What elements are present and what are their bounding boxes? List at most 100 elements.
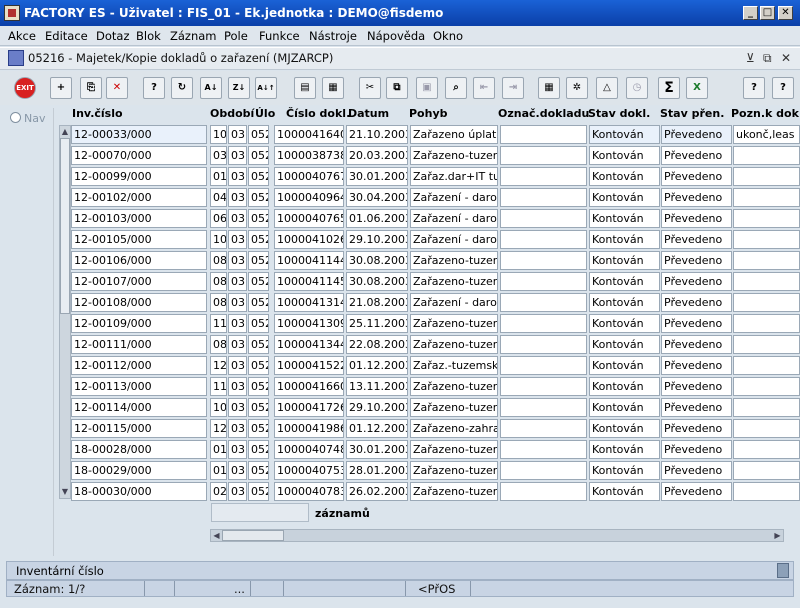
cell-cislo-dokl[interactable]: 1000040767 xyxy=(274,167,344,186)
cell-cislo-dokl[interactable]: 1000041026 xyxy=(274,230,344,249)
cell-inv-cislo[interactable]: 12-00111/000 xyxy=(71,335,207,354)
header-oznac-dokladu[interactable]: Označ.dokladu xyxy=(498,107,589,120)
maximize-button[interactable]: □ xyxy=(760,6,775,20)
table-row[interactable]: 12-00112/0001203052 100004152201.12.2003Z… xyxy=(71,356,800,377)
cell-datum[interactable]: 22.08.2003 xyxy=(346,335,408,354)
table-row[interactable]: 12-00109/0001103052 100004130925.11.2003Z… xyxy=(71,314,800,335)
cell-pohyb[interactable]: Zařazeno-tuzems xyxy=(410,251,498,270)
header-datum[interactable]: Datum xyxy=(348,107,389,120)
cell-cislo-dokl[interactable]: 1000040748 xyxy=(274,440,344,459)
menu-nastroje[interactable]: Nástroje xyxy=(309,29,357,45)
cell-stav-dokl[interactable]: Kontován xyxy=(589,440,660,459)
cell-inv-cislo[interactable]: 12-00106/000 xyxy=(71,251,207,270)
cell-pozn[interactable] xyxy=(733,167,800,186)
form-restore-icon[interactable]: ⧉ xyxy=(763,51,772,66)
cell-pohyb[interactable]: Zařazeno-tuzems xyxy=(410,272,498,291)
cell-obdobi[interactable]: 12 xyxy=(210,356,227,375)
cell-pohyb[interactable]: Zařaz.dar+IT tuze xyxy=(410,167,498,186)
cell-cislo-dokl[interactable]: 1000041986 xyxy=(274,419,344,438)
cell-pohyb[interactable]: Zařaz.-tuzemská xyxy=(410,356,498,375)
cell-pozn[interactable]: ukonč,leas xyxy=(733,125,800,144)
cell-obdobi[interactable]: 08 xyxy=(210,335,227,354)
cell-cislo-dokl[interactable]: 1000040765 xyxy=(274,209,344,228)
cell-ulo[interactable]: 052 xyxy=(248,482,269,501)
cell-ulo[interactable]: 052 xyxy=(248,167,269,186)
cell-oznac-dokladu[interactable] xyxy=(500,230,587,249)
header-cislo-dokl[interactable]: Číslo dokl. xyxy=(286,107,350,120)
cell-inv-cislo[interactable]: 12-00070/000 xyxy=(71,146,207,165)
cell-inv-cislo[interactable]: 18-00030/000 xyxy=(71,482,207,501)
cell-pozn[interactable] xyxy=(733,356,800,375)
header-pozn-k-dok[interactable]: Pozn.k dok xyxy=(731,107,799,120)
cell-ulo[interactable]: 052 xyxy=(248,440,269,459)
cell-oznac-dokladu[interactable] xyxy=(500,377,587,396)
cell-stav-dokl[interactable]: Kontován xyxy=(589,125,660,144)
cell-ulo[interactable]: 052 xyxy=(248,188,269,207)
cell-rok[interactable]: 03 xyxy=(228,440,247,459)
cell-inv-cislo[interactable]: 12-00103/000 xyxy=(71,209,207,228)
cell-ulo[interactable]: 052 xyxy=(248,209,269,228)
clock-icon[interactable]: ◷ xyxy=(626,77,648,99)
cell-obdobi[interactable]: 08 xyxy=(210,251,227,270)
cell-stav-dokl[interactable]: Kontován xyxy=(589,272,660,291)
table-row[interactable]: 12-00106/0000803052 100004114430.08.2003Z… xyxy=(71,251,800,272)
settings-icon[interactable]: ✲ xyxy=(566,77,588,99)
cell-datum[interactable]: 26.02.2003 xyxy=(346,482,408,501)
cell-pozn[interactable] xyxy=(733,272,800,291)
cell-datum[interactable]: 01.12.2003 xyxy=(346,356,408,375)
cell-obdobi[interactable]: 01 xyxy=(210,440,227,459)
cell-pozn[interactable] xyxy=(733,251,800,270)
print-icon[interactable]: ▤ xyxy=(294,77,316,99)
cell-ulo[interactable]: 052 xyxy=(248,398,269,417)
cell-stav-dokl[interactable]: Kontován xyxy=(589,314,660,333)
header-stav-pren[interactable]: Stav přen. xyxy=(660,107,724,120)
cell-pozn[interactable] xyxy=(733,440,800,459)
paste-icon[interactable]: ▣ xyxy=(416,77,438,99)
cell-obdobi[interactable]: 08 xyxy=(210,272,227,291)
cell-pohyb[interactable]: Zařazení - darova xyxy=(410,230,498,249)
cell-ulo[interactable]: 052 xyxy=(248,251,269,270)
cell-rok[interactable]: 03 xyxy=(228,461,247,480)
cell-inv-cislo[interactable]: 12-00115/000 xyxy=(71,419,207,438)
exit-button[interactable]: EXIT xyxy=(14,77,36,99)
scroll-right-icon[interactable]: ▶ xyxy=(772,530,783,541)
menu-dotaz[interactable]: Dotaz xyxy=(96,29,129,45)
cell-stav-pren[interactable]: Převedeno xyxy=(661,377,732,396)
cell-inv-cislo[interactable]: 12-00112/000 xyxy=(71,356,207,375)
cell-stav-dokl[interactable]: Kontován xyxy=(589,251,660,270)
cell-stav-pren[interactable]: Převedeno xyxy=(661,146,732,165)
cell-datum[interactable]: 29.10.2003 xyxy=(346,398,408,417)
cell-inv-cislo[interactable]: 12-00105/000 xyxy=(71,230,207,249)
help-icon[interactable]: ? xyxy=(743,77,765,99)
cell-cislo-dokl[interactable]: 1000041309 xyxy=(274,314,344,333)
table-row[interactable]: 12-00107/0000803052 100004114530.08.2003Z… xyxy=(71,272,800,293)
cell-inv-cislo[interactable]: 18-00028/000 xyxy=(71,440,207,459)
cell-inv-cislo[interactable]: 12-00108/000 xyxy=(71,293,207,312)
menu-pole[interactable]: Pole xyxy=(224,29,248,45)
cell-stav-dokl[interactable]: Kontován xyxy=(589,482,660,501)
cell-pozn[interactable] xyxy=(733,188,800,207)
cell-inv-cislo[interactable]: 12-00114/000 xyxy=(71,398,207,417)
cell-datum[interactable]: 25.11.2003 xyxy=(346,314,408,333)
cell-rok[interactable]: 03 xyxy=(228,314,247,333)
calculator-icon[interactable]: ▦ xyxy=(538,77,560,99)
cell-ulo[interactable]: 052 xyxy=(248,461,269,480)
horizontal-scroll-thumb[interactable] xyxy=(222,530,284,541)
context-help-icon[interactable]: ? xyxy=(772,77,794,99)
table-row[interactable]: 12-00105/0001003052 100004102629.10.2003Z… xyxy=(71,230,800,251)
cell-pohyb[interactable]: Zařazení - darova xyxy=(410,209,498,228)
cell-oznac-dokladu[interactable] xyxy=(500,335,587,354)
table-row[interactable]: 18-00029/0000103052 100004075328.01.2003Z… xyxy=(71,461,800,482)
cell-stav-dokl[interactable]: Kontován xyxy=(589,209,660,228)
menu-blok[interactable]: Blok xyxy=(136,29,161,45)
cell-pozn[interactable] xyxy=(733,335,800,354)
cell-cislo-dokl[interactable]: 1000041726 xyxy=(274,398,344,417)
enter-query-icon[interactable]: ? xyxy=(143,77,165,99)
cell-cislo-dokl[interactable]: 1000041145 xyxy=(274,272,344,291)
cell-datum[interactable]: 30.01.2003 xyxy=(346,167,408,186)
cell-stav-dokl[interactable]: Kontován xyxy=(589,419,660,438)
cell-stav-pren[interactable]: Převedeno xyxy=(661,398,732,417)
cell-ulo[interactable]: 052 xyxy=(248,377,269,396)
cell-cislo-dokl[interactable]: 1000041144 xyxy=(274,251,344,270)
sum-icon[interactable]: Σ xyxy=(658,77,680,99)
